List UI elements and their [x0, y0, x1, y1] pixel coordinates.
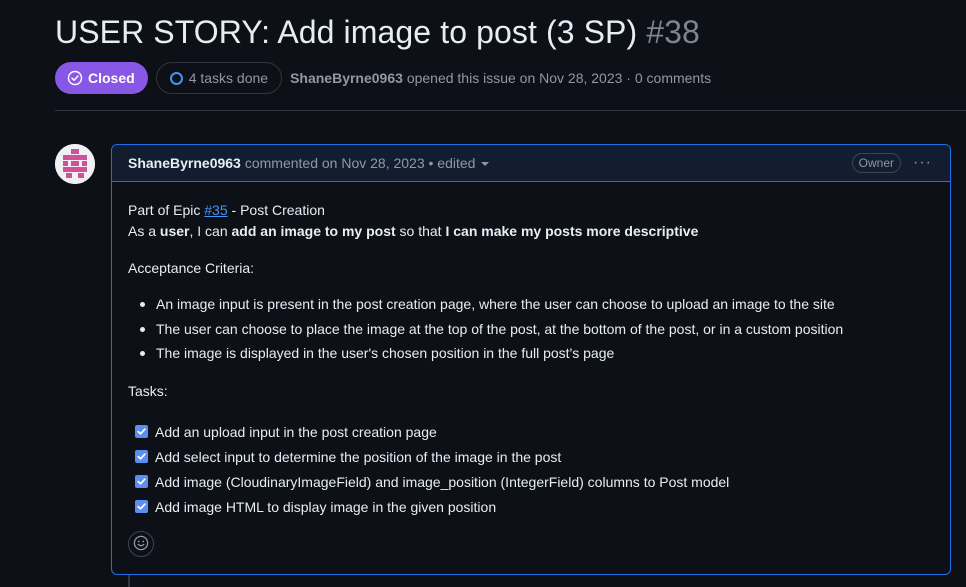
- issue-number: #38: [646, 14, 700, 50]
- comment-header-actions: Owner ···: [851, 153, 934, 173]
- issue-title-text: USER STORY: Add image to post (3 SP): [55, 14, 638, 50]
- checkbox-icon[interactable]: [135, 425, 148, 438]
- task-label: Add image (CloudinaryImageField) and ima…: [155, 473, 730, 490]
- add-reaction-button[interactable]: [128, 531, 154, 557]
- checkbox-icon[interactable]: [135, 475, 148, 488]
- comment-meta: commented on Nov 28, 2023 • edited: [244, 155, 476, 171]
- task-label: Add select input to determine the positi…: [155, 448, 562, 465]
- state-badge: Closed: [55, 62, 148, 94]
- user-story-line: As a user, I can add an image to my post…: [128, 223, 698, 239]
- timeline-line: [128, 575, 130, 587]
- task-item: Add select input to determine the positi…: [135, 444, 729, 469]
- epic-link[interactable]: #35: [204, 202, 227, 218]
- story-text-1: As a: [128, 223, 160, 239]
- story-goal: add an image to my post: [231, 223, 396, 239]
- story-role: user: [159, 223, 190, 239]
- criteria-heading: Acceptance Criteria:: [128, 260, 255, 276]
- tasks-heading: Tasks:: [128, 383, 168, 399]
- tasks-done-label: 4 tasks done: [188, 70, 269, 86]
- check-circle-icon: [67, 70, 83, 86]
- list-item: An image input is present in the post cr…: [128, 294, 843, 319]
- task-label: Add image HTML to display image in the g…: [155, 498, 497, 515]
- owner-badge: Owner: [851, 153, 902, 173]
- issue-author-link[interactable]: ShaneByrne0963: [290, 70, 403, 86]
- issue-meta: Closed 4 tasks done ShaneByrne0963 opene…: [55, 62, 711, 94]
- tasks-progress[interactable]: 4 tasks done: [155, 62, 283, 94]
- issue-title: USER STORY: Add image to post (3 SP) #38: [55, 14, 700, 51]
- epic-line: Part of Epic #35 - Post Creation: [128, 202, 325, 218]
- list-item: The image is displayed in the user's cho…: [128, 343, 843, 368]
- task-list: Add an upload input in the post creation…: [135, 419, 729, 519]
- criteria-list: An image input is present in the post cr…: [128, 294, 843, 368]
- state-label: Closed: [88, 70, 135, 86]
- header-divider: [55, 110, 966, 111]
- checkbox-icon[interactable]: [135, 500, 148, 513]
- task-item: Add an upload input in the post creation…: [135, 419, 729, 444]
- epic-suffix: - Post Creation: [227, 202, 325, 218]
- kebab-icon[interactable]: ···: [911, 155, 934, 171]
- comment-header: ShaneByrne0963 commented on Nov 28, 2023…: [112, 145, 950, 182]
- epic-prefix: Part of Epic: [128, 202, 205, 218]
- task-label: Add an upload input in the post creation…: [155, 423, 437, 440]
- story-text-2: , I can: [189, 223, 232, 239]
- opened-text: opened this issue on Nov 28, 2023 · 0 co…: [406, 70, 712, 86]
- issue-page: USER STORY: Add image to post (3 SP) #38…: [0, 0, 966, 587]
- caret-down-icon[interactable]: [481, 162, 490, 166]
- opened-info: ShaneByrne0963 opened this issue on Nov …: [290, 70, 711, 86]
- avatar[interactable]: [55, 144, 95, 184]
- story-benefit: I can make my posts more descriptive: [445, 223, 699, 239]
- comment-author-link[interactable]: ShaneByrne0963: [128, 155, 241, 171]
- list-item: The user can choose to place the image a…: [128, 319, 843, 344]
- task-item: Add image (CloudinaryImageField) and ima…: [135, 469, 729, 494]
- progress-ring-icon: [169, 71, 183, 85]
- smiley-icon: [133, 535, 149, 554]
- task-item: Add image HTML to display image in the g…: [135, 494, 729, 519]
- story-text-3: so that: [395, 223, 446, 239]
- issue-comment: ShaneByrne0963 commented on Nov 28, 2023…: [111, 144, 951, 575]
- checkbox-icon[interactable]: [135, 450, 148, 463]
